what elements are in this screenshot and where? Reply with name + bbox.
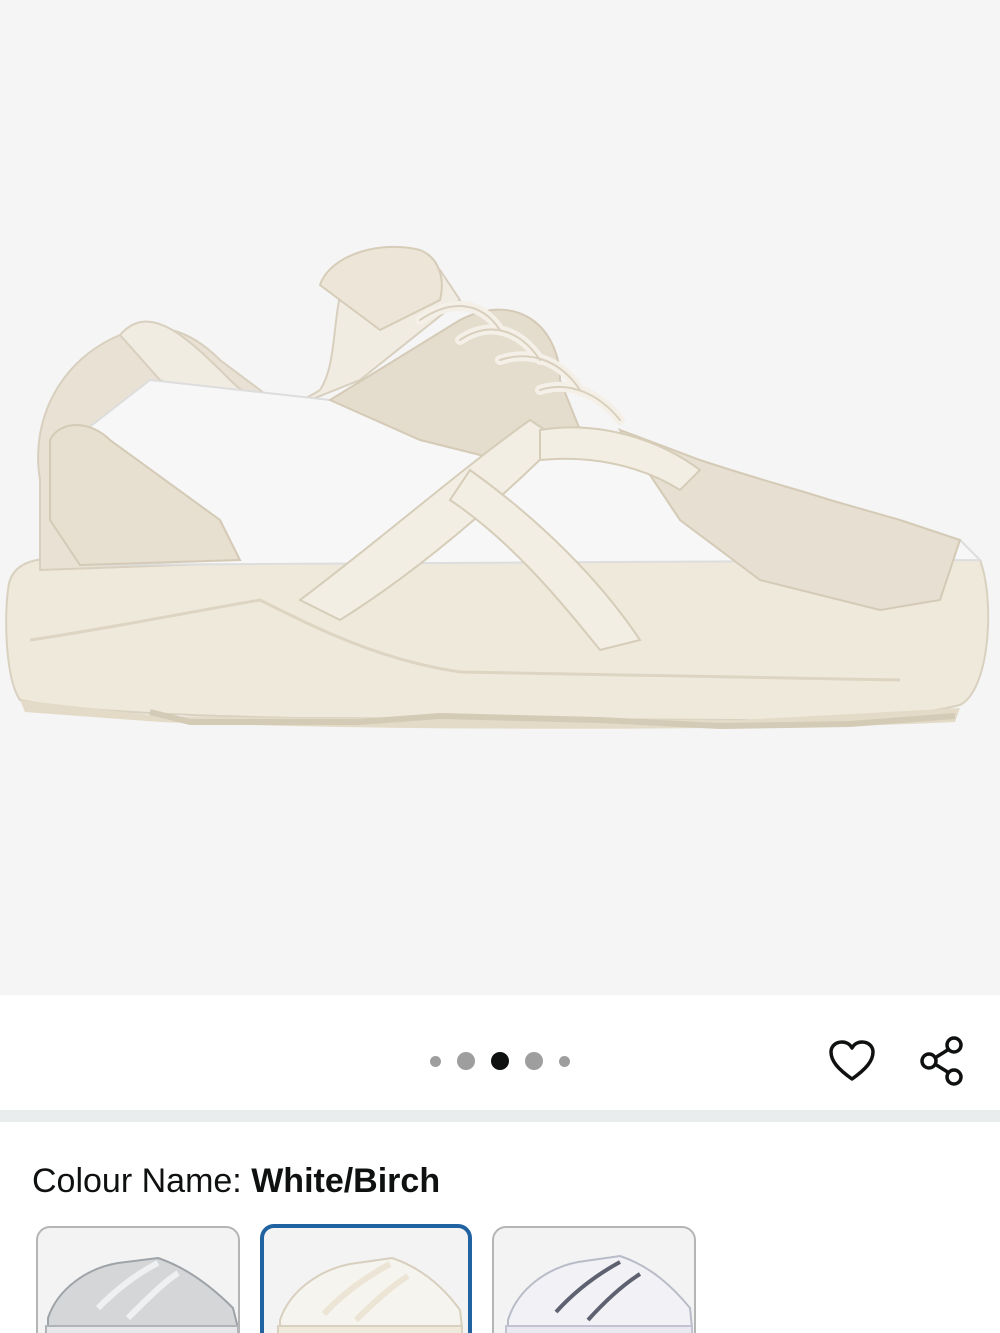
- white-lilac-sneaker-thumbnail: [505, 1254, 694, 1333]
- colour-selector: Colour Name: White/Birch: [0, 1122, 1000, 1333]
- pager-dot[interactable]: [457, 1052, 475, 1070]
- image-pager-bar: [0, 995, 1000, 1110]
- sneaker-illustration: [5, 246, 990, 730]
- silver-sneaker-thumbnail: [45, 1256, 238, 1333]
- colour-name-label: Colour Name:: [32, 1162, 252, 1200]
- pager-dot[interactable]: [525, 1052, 543, 1070]
- colour-name-value: White/Birch: [251, 1162, 441, 1200]
- colour-swatch-white-birch[interactable]: [260, 1224, 472, 1333]
- colour-swatches: [36, 1224, 1000, 1333]
- colour-swatch-silver[interactable]: [36, 1226, 240, 1333]
- share-icon: [920, 1036, 963, 1086]
- share-button[interactable]: [916, 1035, 968, 1087]
- white-birch-sneaker-thumbnail: [277, 1256, 464, 1333]
- colour-name-row: Colour Name: White/Birch: [32, 1162, 440, 1201]
- colour-swatch-white-lilac[interactable]: [492, 1226, 696, 1333]
- pager-dot[interactable]: [559, 1055, 570, 1067]
- pager-dot[interactable]: [430, 1055, 441, 1067]
- section-divider: [0, 1110, 1000, 1122]
- pager-dot-active[interactable]: [491, 1052, 509, 1070]
- wishlist-button[interactable]: [826, 1035, 878, 1087]
- product-page: Colour Name: White/Birch: [0, 0, 1000, 1333]
- heart-icon: [829, 1040, 875, 1081]
- product-image[interactable]: [0, 0, 1000, 995]
